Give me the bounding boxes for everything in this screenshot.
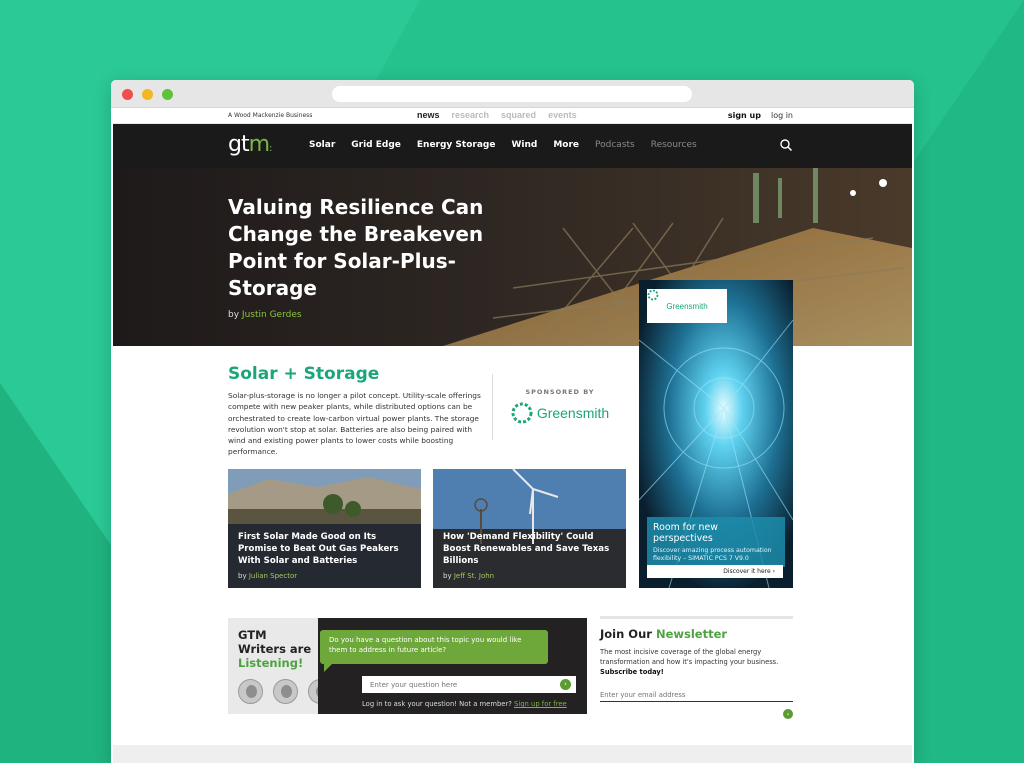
auth-links: sign up log in [728, 111, 793, 120]
logo-text: gt [228, 132, 250, 157]
question-prompt-bubble: Do you have a question about this topic … [320, 630, 548, 672]
newsletter-title: Join Our Newsletter [600, 627, 793, 641]
sponsor-block[interactable]: SPONSORED BY Greensmith [505, 388, 615, 424]
nav-item-solar[interactable]: Solar [309, 140, 335, 150]
sponsor-name: Greensmith [536, 405, 610, 421]
nav-item-energy-storage[interactable]: Energy Storage [417, 140, 496, 150]
close-window-button[interactable] [122, 89, 133, 100]
browser-chrome [111, 80, 914, 108]
gtm-logo[interactable]: gtm: [228, 132, 273, 157]
writers-title-line: Writers are [238, 642, 312, 656]
logo-accent: m [248, 132, 270, 157]
sponsored-label: SPONSORED BY [525, 388, 595, 396]
byline-prefix: by [228, 310, 240, 320]
wind-turbine-image [433, 469, 626, 588]
question-input[interactable] [362, 676, 576, 693]
avatar [273, 679, 298, 704]
address-bar[interactable] [332, 86, 692, 102]
solar-field-image [228, 469, 421, 588]
byline-prefix: by [443, 572, 452, 580]
ad-logo-text: Greensmith [666, 301, 708, 311]
card-byline: by Julian Spector [238, 572, 297, 580]
newsletter-description: The most incisive coverage of the global… [600, 647, 793, 677]
email-field[interactable] [600, 688, 793, 702]
writers-title-highlight: Listening! [238, 656, 304, 670]
card-author[interactable]: Jeff St. John [454, 572, 494, 580]
article-card[interactable]: First Solar Made Good on Its Promise to … [228, 469, 421, 588]
nav-item-podcasts[interactable]: Podcasts [595, 140, 635, 150]
login-prompt[interactable]: Log in to ask your question! Not a membe… [362, 700, 512, 708]
section-divider [492, 374, 493, 440]
tab-news[interactable]: news [417, 110, 440, 120]
avatar [238, 679, 263, 704]
question-login-note: Log in to ask your question! Not a membe… [362, 700, 567, 708]
card-title[interactable]: How 'Demand Flexibility' Could Boost Ren… [443, 531, 618, 567]
ad-headline: Room for new perspectives [653, 522, 718, 544]
newsletter-title-a: Join Our [600, 627, 652, 641]
maximize-window-button[interactable] [162, 89, 173, 100]
log-in-link[interactable]: log in [771, 111, 793, 120]
writers-title-line: GTM [238, 628, 267, 642]
writers-listening-panel: GTM Writers are Listening! Do you have a… [228, 618, 587, 714]
ad-body: Discover amazing process automation flex… [653, 547, 772, 562]
newsletter-body: The most incisive coverage of the global… [600, 648, 779, 666]
site-tabs: news research squared events [417, 110, 577, 120]
page-viewport: A Wood Mackenzie Business news research … [113, 108, 912, 763]
chevron-right-icon[interactable]: › [783, 709, 793, 719]
tab-research[interactable]: research [452, 110, 490, 120]
ad-text-box: Room for new perspectives Discover amazi… [647, 517, 785, 567]
sidebar-advertisement[interactable]: Greensmith Room for new perspectives Dis… [639, 280, 793, 588]
greensmith-icon [511, 402, 533, 424]
browser-window: A Wood Mackenzie Business news research … [111, 80, 914, 763]
nav-item-resources[interactable]: Resources [651, 140, 697, 150]
greensmith-logo: Greensmith [505, 402, 615, 424]
tab-squared[interactable]: squared [501, 110, 536, 120]
newsletter-title-b: Newsletter [655, 627, 728, 641]
sign-up-link[interactable]: sign up [728, 111, 761, 120]
topic-intro: Solar + Storage Solar-plus-storage is no… [228, 364, 488, 458]
logo-dots: : [269, 143, 273, 154]
main-nav: gtm: Solar Grid Edge Energy Storage Wind… [113, 124, 912, 168]
nav-items: Solar Grid Edge Energy Storage Wind More… [309, 140, 697, 150]
top-bar: A Wood Mackenzie Business news research … [113, 108, 912, 124]
hero-author[interactable]: Justin Gerdes [242, 310, 302, 320]
card-title[interactable]: First Solar Made Good on Its Promise to … [238, 531, 413, 567]
card-byline: by Jeff St. John [443, 572, 494, 580]
nav-item-wind[interactable]: Wind [511, 140, 537, 150]
card-author[interactable]: Julian Spector [249, 572, 297, 580]
tab-events[interactable]: events [548, 110, 577, 120]
byline-prefix: by [238, 572, 247, 580]
hero-title[interactable]: Valuing Resilience Can Change the Breake… [228, 194, 508, 302]
page-footer-strip [113, 745, 912, 763]
parent-brand: A Wood Mackenzie Business [228, 112, 313, 119]
section-title: Solar + Storage [228, 364, 380, 384]
chevron-right-icon[interactable]: › [560, 679, 571, 690]
search-icon[interactable] [779, 138, 793, 152]
nav-item-grid-edge[interactable]: Grid Edge [351, 140, 401, 150]
writers-title: GTM Writers are Listening! [238, 628, 311, 670]
greensmith-icon [647, 289, 659, 301]
nav-item-more[interactable]: More [553, 140, 579, 150]
sign-up-free-link[interactable]: Sign up for free [514, 700, 567, 708]
article-card[interactable]: How 'Demand Flexibility' Could Boost Ren… [433, 469, 626, 588]
hero-byline: by Justin Gerdes [228, 310, 302, 320]
newsletter-signup: Join Our Newsletter The most incisive co… [600, 616, 793, 719]
minimize-window-button[interactable] [142, 89, 153, 100]
ad-logo: Greensmith [647, 289, 727, 323]
section-description: Solar-plus-storage is no longer a pilot … [228, 391, 481, 457]
ad-cta-button[interactable]: Discover it here › [647, 565, 783, 578]
newsletter-cta-text: Subscribe today! [600, 668, 664, 676]
